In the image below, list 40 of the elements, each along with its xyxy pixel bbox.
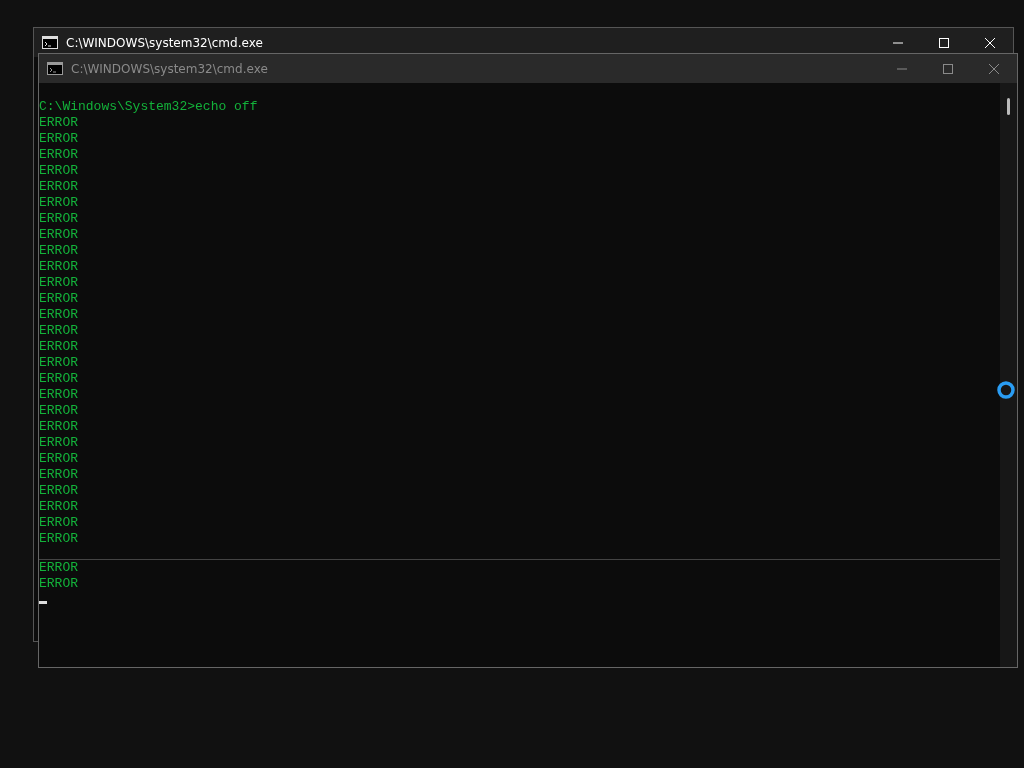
maximize-icon [939, 37, 949, 48]
console-line: ERROR [39, 275, 78, 291]
console-line: ERROR [39, 259, 78, 275]
console-icon [47, 62, 63, 75]
scroll-thumb[interactable] [1007, 98, 1010, 115]
console-line: ERROR [39, 291, 78, 307]
console-line: ERROR [39, 163, 78, 179]
console-line: ERROR [39, 499, 78, 515]
console-line: ERROR [39, 323, 78, 339]
console-line: ERROR [39, 435, 78, 451]
console-line: ERROR [39, 483, 78, 499]
console-line: ERROR [39, 515, 78, 531]
console-line: ERROR [39, 403, 78, 419]
console-line: ERROR [39, 451, 78, 467]
scrollbar[interactable] [1000, 83, 1017, 667]
console-line: ERROR [39, 576, 78, 592]
console-line: ERROR [39, 195, 78, 211]
console-line: ERROR [39, 371, 78, 387]
console-line: ERROR [39, 147, 78, 163]
console-line: ERROR [39, 227, 78, 243]
console-line: ERROR [39, 339, 78, 355]
console-line: ERROR [39, 131, 78, 147]
console-icon [42, 36, 58, 49]
console-line: ERROR [39, 179, 78, 195]
close-icon [985, 37, 995, 48]
console-line: ERROR [39, 419, 78, 435]
console-line: ERROR [39, 387, 78, 403]
console-line: ERROR [39, 243, 78, 259]
console-line: ERROR [39, 307, 78, 323]
window-title: C:\WINDOWS\system32\cmd.exe [71, 61, 268, 76]
console-line: ERROR [39, 531, 78, 547]
maximize-icon [943, 63, 953, 74]
console-line: ERROR [39, 467, 78, 483]
console-line: ERROR [39, 211, 78, 227]
window-title: C:\WINDOWS\system32\cmd.exe [66, 35, 263, 50]
console-line: ERROR [39, 115, 78, 131]
console-line: C:\Windows\System32>echo off [39, 99, 258, 115]
close-icon [989, 63, 999, 74]
console-line: ERROR [39, 560, 78, 576]
console-line: ERROR [39, 355, 78, 371]
